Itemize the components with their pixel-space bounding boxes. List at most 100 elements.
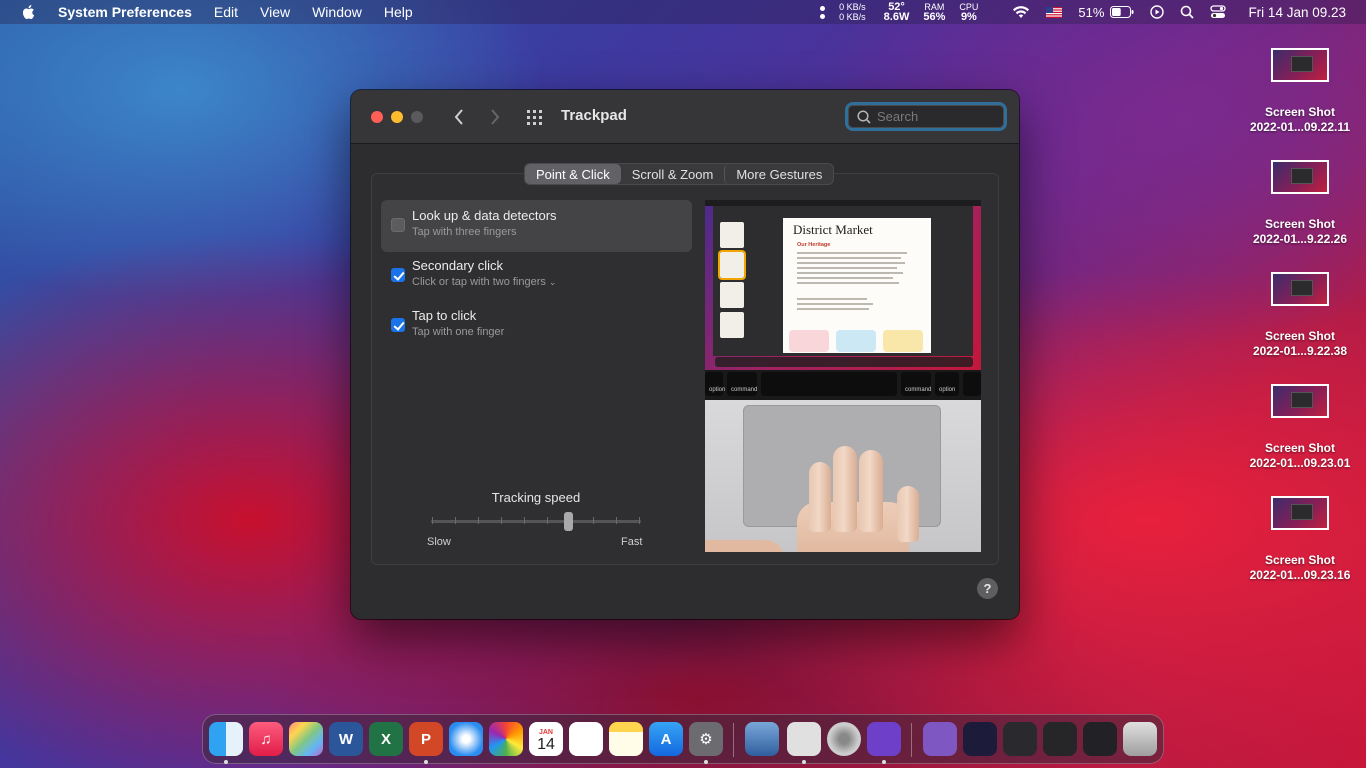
menubar-clock[interactable]: Fri 14 Jan 09.23 xyxy=(1248,5,1346,20)
preview-thumbnails xyxy=(716,218,750,354)
menu-edit[interactable]: Edit xyxy=(214,4,238,20)
disk-utility-icon[interactable] xyxy=(827,722,861,756)
battery-percent[interactable]: 51% xyxy=(1078,5,1104,20)
dock-separator xyxy=(911,723,912,757)
dock-separator xyxy=(733,723,734,757)
preview-card xyxy=(883,330,923,352)
apple-logo-icon[interactable] xyxy=(20,3,38,21)
secondary-click-checkbox[interactable] xyxy=(391,268,405,282)
wifi-icon[interactable] xyxy=(1012,5,1030,19)
back-button[interactable] xyxy=(449,107,469,127)
slider-tick xyxy=(455,517,456,524)
tracking-speed-slider[interactable] xyxy=(431,510,641,532)
reminders-icon[interactable] xyxy=(569,722,603,756)
recent-window-icon[interactable] xyxy=(1043,722,1077,756)
forward-button[interactable] xyxy=(485,107,505,127)
spotlight-search-icon[interactable] xyxy=(1180,5,1195,19)
preview-doc-heading: Our Heritage xyxy=(797,242,831,248)
window-titlebar[interactable]: Trackpad xyxy=(351,90,1019,144)
github-desktop-icon[interactable] xyxy=(867,722,901,756)
desktop-file-5[interactable]: Screen Shot 2022-01...09.23.16 xyxy=(1235,496,1365,582)
trash-icon[interactable] xyxy=(1123,722,1157,756)
menu-view[interactable]: View xyxy=(260,4,290,20)
running-indicator xyxy=(424,760,428,764)
desktop-file-4[interactable]: Screen Shot 2022-01...09.23.01 xyxy=(1235,384,1365,470)
tab-point-click[interactable]: Point & Click xyxy=(525,164,621,184)
tab-more-gestures[interactable]: More Gestures xyxy=(724,164,833,184)
slider-tick xyxy=(639,517,640,524)
slider-tick xyxy=(478,517,479,524)
option-tap-to-click[interactable]: Tap to click Tap with one finger xyxy=(381,300,692,352)
word-icon[interactable]: W xyxy=(329,722,363,756)
safari-icon[interactable] xyxy=(449,722,483,756)
github-folder-icon[interactable] xyxy=(923,722,957,756)
desktop-file-1[interactable]: Screen Shot 2022-01...09.22.11 xyxy=(1235,48,1365,134)
launchpad-icon[interactable] xyxy=(289,722,323,756)
preview-finger xyxy=(833,446,857,532)
close-button[interactable] xyxy=(371,111,383,123)
tab-scroll-zoom[interactable]: Scroll & Zoom xyxy=(621,164,725,184)
key-label: command xyxy=(905,387,932,393)
us-flag-icon[interactable] xyxy=(1046,6,1063,18)
search-icon xyxy=(857,109,871,124)
slider-knob[interactable] xyxy=(563,512,573,531)
secondary-click-dropdown[interactable]: Click or tap with two fingers ⌄ xyxy=(412,276,556,288)
battery-icon[interactable] xyxy=(1110,6,1134,18)
calendar-icon[interactable]: JAN 14 xyxy=(529,722,563,756)
zoom-button[interactable] xyxy=(411,111,423,123)
preview-thumb xyxy=(718,250,746,280)
network-stats[interactable]: 0 KB/s 0 KB/s xyxy=(839,2,866,22)
menu-help[interactable]: Help xyxy=(384,4,413,20)
show-all-button[interactable] xyxy=(525,107,545,127)
notes-icon[interactable] xyxy=(609,722,643,756)
net-upload: 0 KB/s xyxy=(839,2,866,12)
sensor-stats[interactable]: 52° 8.6W xyxy=(884,2,910,23)
excel-icon[interactable]: X xyxy=(369,722,403,756)
slider-min-label: Slow xyxy=(427,536,451,548)
xcode-utility-icon[interactable] xyxy=(745,722,779,756)
preview-thumb xyxy=(720,312,744,338)
slider-tick xyxy=(524,517,525,524)
cpu-stats[interactable]: CPU 9% xyxy=(959,2,978,23)
preview-text-line xyxy=(797,298,867,300)
app-menu[interactable]: System Preferences xyxy=(58,4,192,20)
tap-to-click-checkbox[interactable] xyxy=(391,318,405,332)
option-subtitle: Tap with three fingers xyxy=(412,226,517,238)
ram-stats[interactable]: RAM 56% xyxy=(923,2,945,23)
look-up-checkbox[interactable] xyxy=(391,218,405,232)
preview-key: command xyxy=(901,372,931,396)
preview-thumb xyxy=(720,222,744,248)
search-input[interactable] xyxy=(877,109,997,124)
option-look-up[interactable]: Look up & data detectors Tap with three … xyxy=(381,200,692,252)
powerpoint-icon[interactable]: P xyxy=(409,722,443,756)
screenshot-thumbnail xyxy=(1271,496,1329,530)
control-center-icon[interactable] xyxy=(1210,5,1227,19)
help-button[interactable]: ? xyxy=(977,578,998,599)
app-store-icon[interactable]: A xyxy=(649,722,683,756)
net-download: 0 KB/s xyxy=(839,12,866,22)
stats-dots-icon[interactable] xyxy=(820,5,826,19)
option-secondary-click[interactable]: Secondary click Click or tap with two fi… xyxy=(381,250,692,302)
screenshot-thumbnail xyxy=(1271,272,1329,306)
minimize-button[interactable] xyxy=(391,111,403,123)
slider-tick xyxy=(593,517,594,524)
word-letter: W xyxy=(338,730,354,748)
preview-key: command xyxy=(727,372,757,396)
search-box[interactable] xyxy=(845,102,1007,131)
printer-icon[interactable] xyxy=(787,722,821,756)
recent-window-icon[interactable] xyxy=(1003,722,1037,756)
recent-window-icon[interactable] xyxy=(1083,722,1117,756)
preview-text-line xyxy=(797,262,905,264)
system-preferences-icon[interactable]: ⚙ xyxy=(689,722,723,756)
recent-window-icon[interactable] xyxy=(963,722,997,756)
file-name-line2: 2022-01...09.23.16 xyxy=(1249,568,1351,582)
system-preferences-window: Trackpad Point & Click Scroll & Zoom Mor… xyxy=(351,90,1019,619)
desktop-file-2[interactable]: Screen Shot 2022-01...9.22.26 xyxy=(1235,160,1365,246)
music-icon[interactable]: ♫ xyxy=(249,722,283,756)
desktop-file-3[interactable]: Screen Shot 2022-01...9.22.38 xyxy=(1235,272,1365,358)
photos-icon[interactable] xyxy=(489,722,523,756)
menu-window[interactable]: Window xyxy=(312,4,362,20)
now-playing-icon[interactable] xyxy=(1150,5,1165,19)
slider-rail xyxy=(431,520,641,523)
finder-icon[interactable] xyxy=(209,722,243,756)
